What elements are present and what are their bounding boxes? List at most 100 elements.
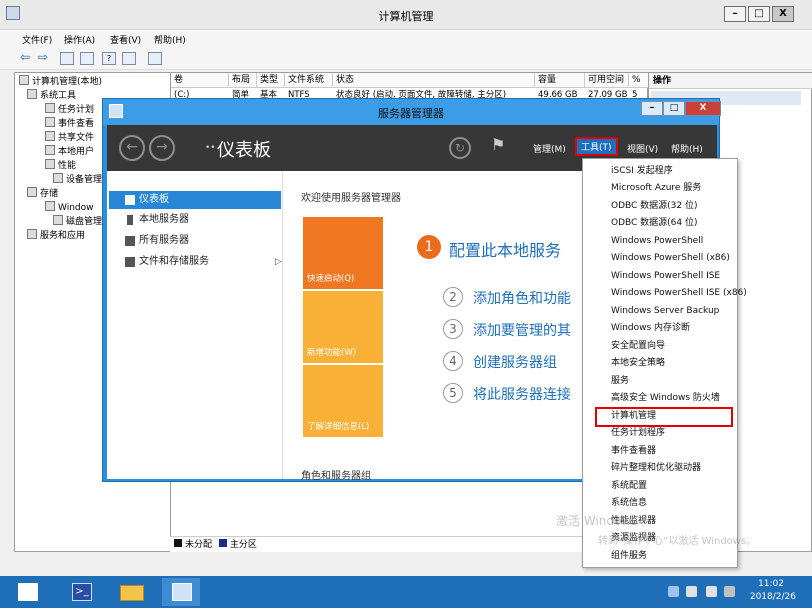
- help-icon[interactable]: ?: [102, 52, 116, 65]
- menu-action[interactable]: 操作(A): [64, 33, 95, 46]
- col-free-space[interactable]: 可用空间: [585, 73, 629, 88]
- menu-item-task-scheduler[interactable]: 任务计划程序: [611, 425, 665, 442]
- tree-item-performance[interactable]: 性能: [45, 159, 76, 173]
- menu-item-event-viewer[interactable]: 事件查看器: [611, 443, 656, 460]
- menu-item-powershell-x86[interactable]: Windows PowerShell (x86): [611, 250, 730, 267]
- start-button[interactable]: [8, 578, 46, 606]
- col-percent[interactable]: %: [629, 73, 649, 88]
- menu-item-local-security-policy[interactable]: 本地安全策略: [611, 355, 665, 372]
- tray-language-icon[interactable]: [724, 586, 735, 597]
- tree-item-shared-folders[interactable]: 共享文件: [45, 131, 94, 145]
- step-add-servers[interactable]: 添加要管理的其: [473, 320, 571, 340]
- menu-manage[interactable]: 管理(M): [533, 142, 566, 155]
- notifications-flag-icon[interactable]: ⚑: [491, 135, 505, 154]
- step-connect-cloud[interactable]: 将此服务器连接: [473, 384, 571, 404]
- refresh-button[interactable]: ↻: [449, 137, 471, 159]
- tile-learn-more[interactable]: 了解详细信息(L): [303, 365, 383, 437]
- tray-network-icon[interactable]: [686, 586, 697, 597]
- forward-arrow-icon[interactable]: ⇨: [36, 51, 50, 65]
- menu-item-component-services[interactable]: 组件服务: [611, 548, 647, 565]
- sm-close-button[interactable]: X: [685, 101, 721, 116]
- storage-icon: [125, 257, 135, 267]
- col-status[interactable]: 状态: [333, 73, 535, 88]
- tree-item-device-manager[interactable]: 设备管理: [53, 173, 102, 187]
- menu-item-firewall[interactable]: 高级安全 Windows 防火墙: [611, 390, 720, 407]
- nav-item-dashboard[interactable]: 仪表板: [109, 191, 281, 209]
- back-arrow-icon[interactable]: ⇦: [18, 51, 32, 65]
- cm-maximize-button[interactable]: □: [748, 6, 770, 22]
- menu-item-system-config[interactable]: 系统配置: [611, 478, 647, 495]
- taskbar-server-manager[interactable]: [162, 578, 200, 606]
- menu-item-server-backup[interactable]: Windows Server Backup: [611, 303, 719, 320]
- menu-item-memory-diagnostic[interactable]: Windows 内存诊断: [611, 320, 690, 337]
- tree-item-local-users[interactable]: 本地用户: [45, 145, 94, 159]
- tree-item-event-viewer[interactable]: 事件查看: [45, 117, 94, 131]
- menu-view[interactable]: 查看(V): [110, 33, 141, 46]
- tree-item-storage[interactable]: 存储: [27, 187, 58, 201]
- cm-minimize-button[interactable]: –: [724, 6, 746, 22]
- col-volume[interactable]: 卷: [171, 73, 229, 88]
- step-configure-local-server[interactable]: 配置此本地服务: [449, 237, 561, 261]
- sm-minimize-button[interactable]: –: [641, 101, 663, 116]
- show-tree-icon[interactable]: [80, 52, 94, 65]
- menu-item-computer-management[interactable]: 计算机管理: [611, 408, 656, 425]
- menu-item-security-wizard[interactable]: 安全配置向导: [611, 338, 665, 355]
- menu-view[interactable]: 视图(V): [627, 142, 658, 155]
- menu-item-powershell-ise[interactable]: Windows PowerShell ISE: [611, 268, 720, 285]
- nav-item-file-storage[interactable]: 文件和存储服务 ▷: [109, 253, 282, 271]
- clock-date[interactable]: 2018/2/26: [750, 592, 796, 602]
- tile-quick-start[interactable]: 快速启动(Q): [303, 217, 383, 289]
- sm-titlebar[interactable]: 服务器管理器 – □ X: [103, 99, 721, 125]
- disk-legend: 未分配 主分区: [170, 536, 648, 552]
- nav-item-all-servers[interactable]: 所有服务器: [109, 232, 281, 250]
- clock-time[interactable]: 11:02: [758, 579, 784, 589]
- tree-item-computer-management[interactable]: 计算机管理(本地): [19, 75, 102, 89]
- menu-item-powershell-ise-x86[interactable]: Windows PowerShell ISE (x86): [611, 285, 747, 302]
- tray-flag-icon[interactable]: [668, 586, 679, 597]
- menu-item-odbc64[interactable]: ODBC 数据源(64 位): [611, 215, 698, 232]
- tree-item-services-apps[interactable]: 服务和应用: [27, 229, 85, 243]
- tile-whats-new[interactable]: 新增功能(W): [303, 291, 383, 363]
- nav-item-local-server[interactable]: 本地服务器: [109, 211, 281, 229]
- menu-file[interactable]: 文件(F): [22, 33, 52, 46]
- menu-item-defrag[interactable]: 碎片整理和优化驱动器: [611, 460, 701, 477]
- col-filesystem[interactable]: 文件系统: [285, 73, 333, 88]
- menu-help[interactable]: 帮助(H): [154, 33, 186, 46]
- menu-item-system-info[interactable]: 系统信息: [611, 495, 647, 512]
- properties-icon[interactable]: [122, 52, 136, 65]
- tree-item-disk-management[interactable]: 磁盘管理: [53, 215, 102, 229]
- menu-item-odbc32[interactable]: ODBC 数据源(32 位): [611, 198, 698, 215]
- cm-titlebar[interactable]: 计算机管理 – □ X: [0, 0, 812, 30]
- legend-primary-swatch: [218, 539, 227, 547]
- step-create-group[interactable]: 创建服务器组: [473, 352, 557, 372]
- col-type[interactable]: 类型: [257, 73, 285, 88]
- up-folder-icon[interactable]: [60, 52, 74, 65]
- forward-button[interactable]: →: [149, 135, 175, 161]
- servers-icon: [125, 236, 135, 246]
- tray-volume-icon[interactable]: [706, 586, 717, 597]
- menu-item-iscsi[interactable]: iSCSI 发起程序: [611, 163, 673, 180]
- performance-icon: [45, 159, 55, 169]
- taskbar-powershell[interactable]: >_: [62, 578, 100, 606]
- menu-help[interactable]: 帮助(H): [671, 142, 703, 155]
- back-button[interactable]: ←: [119, 135, 145, 161]
- export-icon[interactable]: [148, 52, 162, 65]
- activation-watermark-text: 转到“操作中心”以激活 Windows。: [598, 536, 757, 547]
- tree-item-task-scheduler[interactable]: 任务计划: [45, 103, 94, 117]
- menu-tools[interactable]: 工具(T): [575, 137, 618, 156]
- welcome-heading: 欢迎使用服务器管理器: [301, 193, 401, 204]
- col-capacity[interactable]: 容量: [535, 73, 585, 88]
- tree-item-windows-backup[interactable]: Window: [45, 201, 94, 215]
- tree-item-system-tools[interactable]: 系统工具: [27, 89, 76, 103]
- cm-window-title: 计算机管理: [378, 10, 434, 23]
- sm-maximize-button[interactable]: □: [663, 101, 685, 116]
- quick-start-tiles: 快速启动(Q) 新增功能(W) 了解详细信息(L): [303, 217, 383, 437]
- expand-arrow-icon[interactable]: ▷: [275, 253, 282, 271]
- menu-item-azure[interactable]: Microsoft Azure 服务: [611, 180, 701, 197]
- cm-close-button[interactable]: X: [772, 6, 794, 22]
- step-add-roles[interactable]: 添加角色和功能: [473, 288, 571, 308]
- menu-item-powershell[interactable]: Windows PowerShell: [611, 233, 703, 250]
- col-layout[interactable]: 布局: [229, 73, 257, 88]
- taskbar-file-explorer[interactable]: [112, 578, 150, 606]
- menu-item-services[interactable]: 服务: [611, 373, 629, 390]
